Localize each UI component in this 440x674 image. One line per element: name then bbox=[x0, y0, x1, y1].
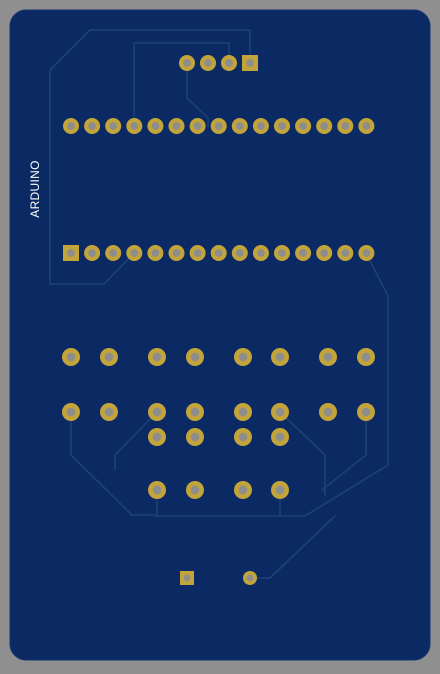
arduino-pad-upper-hole bbox=[130, 122, 139, 130]
arduino-pad-lower-square-hole bbox=[67, 249, 75, 257]
arduino-pad-upper-hole bbox=[151, 122, 160, 130]
header-pad-hole bbox=[183, 59, 191, 67]
button-pad-hole bbox=[104, 407, 114, 417]
button-pad-hole bbox=[323, 407, 333, 417]
button-pad-hole bbox=[323, 352, 333, 362]
header-pad-hole bbox=[204, 59, 212, 67]
button-pad-hole bbox=[361, 407, 371, 417]
arduino-pad-lower-hole bbox=[299, 249, 307, 257]
arduino-pad-lower-hole bbox=[235, 249, 244, 257]
header-pad-square-hole bbox=[246, 59, 254, 67]
button-pad-hole bbox=[275, 432, 285, 442]
button-pad-hole bbox=[275, 352, 285, 362]
arduino-pad-lower-hole bbox=[278, 249, 286, 257]
arduino-pad-upper-hole bbox=[193, 122, 202, 130]
power-pad-hole bbox=[246, 574, 254, 582]
button-pad-hole bbox=[238, 352, 248, 362]
arduino-pad-upper-hole bbox=[257, 122, 265, 130]
arduino-pad-lower-hole bbox=[257, 249, 265, 257]
arduino-pad-upper-hole bbox=[341, 122, 350, 130]
arduino-pad-lower-hole bbox=[172, 249, 181, 257]
button-pad-hole bbox=[152, 407, 162, 417]
silkscreen-label: ARDUINO bbox=[28, 160, 42, 217]
arduino-pad-lower-hole bbox=[362, 249, 371, 257]
button-pad-hole bbox=[190, 352, 200, 362]
arduino-pad-upper-hole bbox=[299, 122, 307, 130]
arduino-pad-lower-hole bbox=[151, 249, 160, 257]
button-pad-hole bbox=[104, 352, 114, 362]
button-pad-hole bbox=[238, 432, 248, 442]
button-pad-hole bbox=[238, 407, 248, 417]
button-pad-hole bbox=[275, 407, 285, 417]
button-pad-hole bbox=[275, 485, 285, 495]
arduino-pad-upper-hole bbox=[320, 122, 329, 130]
arduino-pad-upper-hole bbox=[235, 122, 244, 130]
board-outline bbox=[9, 9, 431, 661]
button-pad-hole bbox=[152, 485, 162, 495]
button-pad-hole bbox=[190, 485, 200, 495]
button-pad-hole bbox=[361, 352, 371, 362]
arduino-pad-lower-hole bbox=[109, 249, 118, 257]
header-pad-hole bbox=[225, 59, 233, 67]
pcb-board: ARDUINO bbox=[9, 9, 431, 661]
arduino-pad-lower-hole bbox=[130, 249, 139, 257]
button-pad-hole bbox=[190, 432, 200, 442]
button-pad-hole bbox=[152, 352, 162, 362]
button-pad-hole bbox=[66, 407, 76, 417]
arduino-pad-upper-hole bbox=[67, 122, 75, 130]
arduino-pad-lower-hole bbox=[193, 249, 202, 257]
arduino-pad-upper-hole bbox=[172, 122, 181, 130]
arduino-pad-upper-hole bbox=[109, 122, 118, 130]
arduino-pad-upper-hole bbox=[214, 122, 223, 130]
arduino-pad-upper-hole bbox=[88, 122, 96, 130]
pcb-view: ARDUINO bbox=[0, 0, 440, 674]
arduino-pad-lower-hole bbox=[214, 249, 223, 257]
button-pad-hole bbox=[238, 485, 248, 495]
button-pad-hole bbox=[152, 432, 162, 442]
arduino-pad-lower-hole bbox=[88, 249, 96, 257]
arduino-pad-upper-hole bbox=[278, 122, 286, 130]
button-pad-hole bbox=[66, 352, 76, 362]
button-pad-hole bbox=[190, 407, 200, 417]
arduino-pad-upper-hole bbox=[362, 122, 371, 130]
power-pad-square-hole bbox=[183, 574, 191, 582]
arduino-pad-lower-hole bbox=[320, 249, 329, 257]
arduino-pad-lower-hole bbox=[341, 249, 350, 257]
